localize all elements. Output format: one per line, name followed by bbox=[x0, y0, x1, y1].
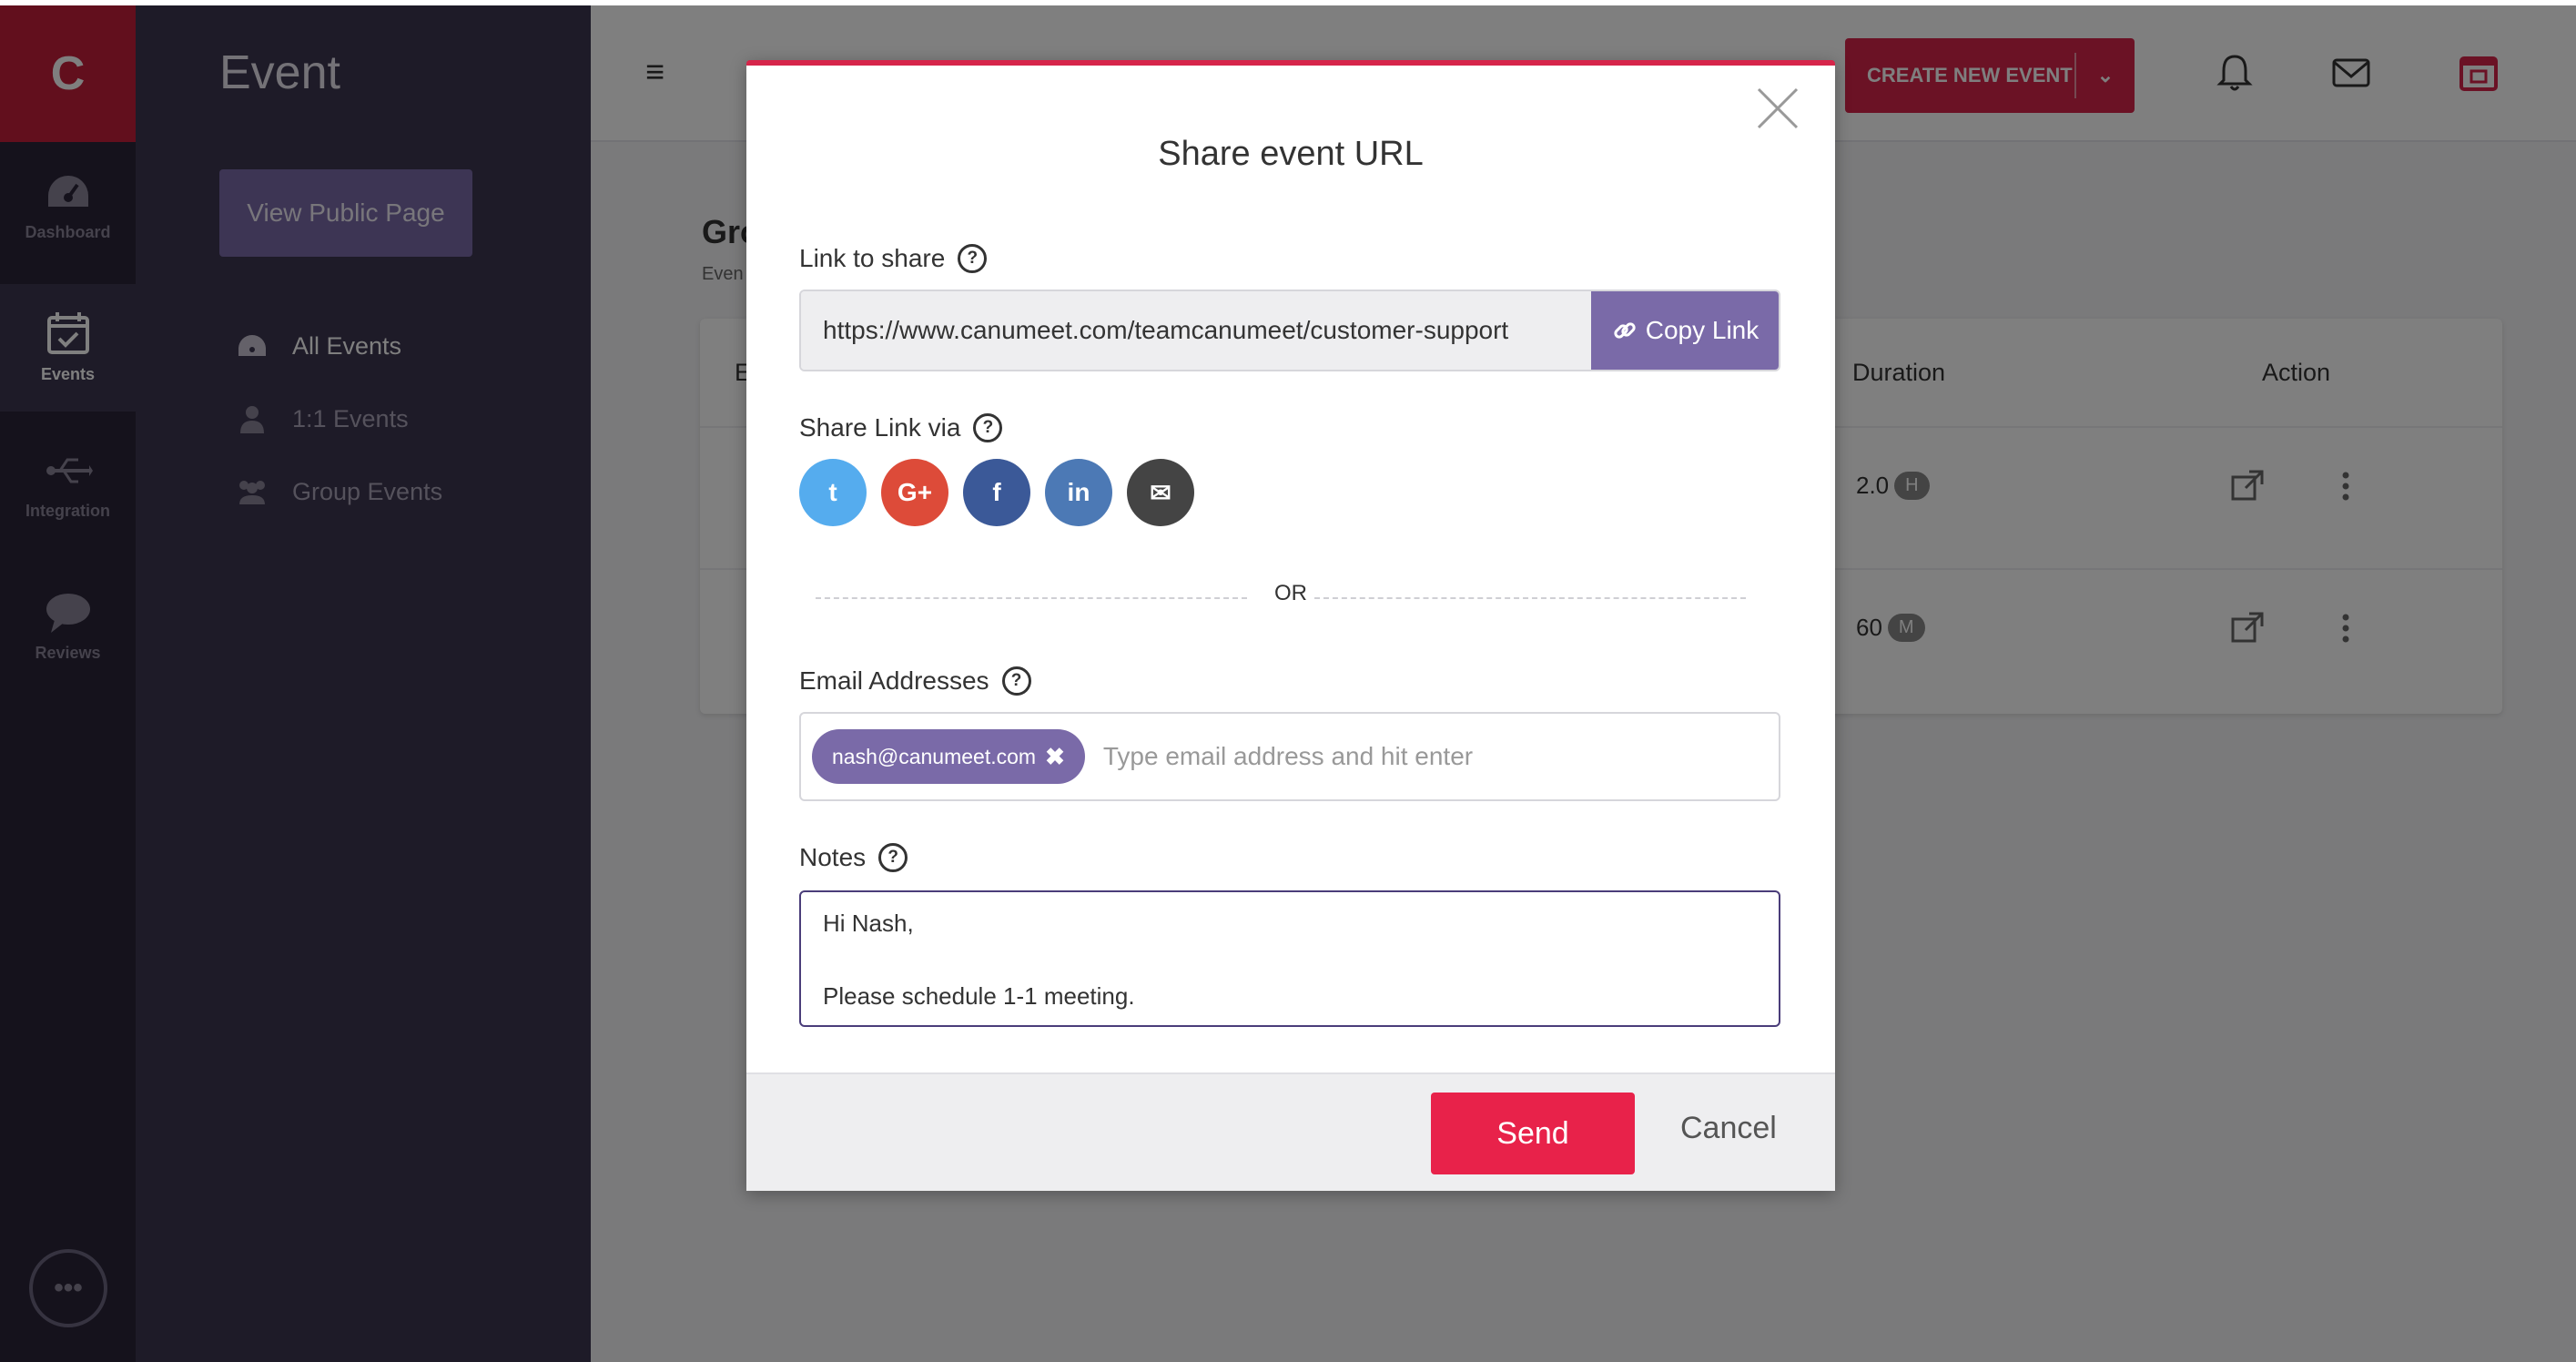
copy-link-button[interactable]: Copy Link bbox=[1591, 291, 1779, 370]
linkedin-icon[interactable]: in bbox=[1045, 459, 1112, 526]
email-input-placeholder[interactable]: Type email address and hit enter bbox=[1103, 742, 1473, 771]
help-icon[interactable]: ? bbox=[958, 244, 988, 273]
share-icons-row: t G+ f in ✉ bbox=[799, 459, 1194, 526]
email-addresses-label: Email Addresses bbox=[799, 666, 989, 695]
share-event-modal: Share event URL Link to share ? https://… bbox=[746, 60, 1835, 1191]
send-button[interactable]: Send bbox=[1431, 1093, 1635, 1174]
link-to-share-label: Link to share bbox=[799, 244, 946, 272]
notes-textarea[interactable]: Hi Nash, Please schedule 1-1 meeting. bbox=[799, 890, 1780, 1027]
share-via-label: Share Link via bbox=[799, 413, 961, 442]
facebook-icon[interactable]: f bbox=[963, 459, 1030, 526]
help-icon[interactable]: ? bbox=[1001, 666, 1031, 696]
email-addresses-input[interactable]: nash@canumeet.com ✖ Type email address a… bbox=[799, 712, 1780, 801]
email-icon[interactable]: ✉ bbox=[1127, 459, 1194, 526]
email-chip[interactable]: nash@canumeet.com ✖ bbox=[812, 729, 1085, 784]
notes-blank-line bbox=[823, 941, 1757, 978]
app-window: C Dashboard Events Integration Reviews •… bbox=[0, 5, 2576, 1362]
email-addresses-label-row: Email Addresses ? bbox=[799, 666, 1031, 696]
notes-line-2: Please schedule 1-1 meeting. bbox=[823, 982, 1135, 1010]
notes-label: Notes bbox=[799, 843, 867, 871]
link-share-group: https://www.canumeet.com/teamcanumeet/cu… bbox=[799, 290, 1780, 371]
twitter-icon[interactable]: t bbox=[799, 459, 867, 526]
email-chip-label: nash@canumeet.com bbox=[832, 744, 1037, 768]
or-text: OR bbox=[1274, 581, 1307, 605]
link-to-share-label-row: Link to share ? bbox=[799, 244, 988, 273]
notes-label-row: Notes ? bbox=[799, 843, 908, 872]
close-icon[interactable] bbox=[1755, 86, 1800, 131]
remove-chip-icon[interactable]: ✖ bbox=[1045, 743, 1065, 771]
cancel-button[interactable]: Cancel bbox=[1680, 1111, 1777, 1146]
google-plus-icon[interactable]: G+ bbox=[881, 459, 948, 526]
share-link-field[interactable]: https://www.canumeet.com/teamcanumeet/cu… bbox=[801, 291, 1591, 370]
modal-footer: Send Cancel bbox=[746, 1072, 1835, 1191]
modal-title: Share event URL bbox=[1158, 135, 1424, 173]
help-icon[interactable]: ? bbox=[878, 843, 908, 872]
notes-line-1: Hi Nash, bbox=[823, 910, 914, 937]
help-icon[interactable]: ? bbox=[973, 413, 1003, 442]
link-icon bbox=[1614, 322, 1636, 339]
copy-link-label: Copy Link bbox=[1645, 316, 1760, 344]
share-via-label-row: Share Link via ? bbox=[799, 413, 1003, 442]
